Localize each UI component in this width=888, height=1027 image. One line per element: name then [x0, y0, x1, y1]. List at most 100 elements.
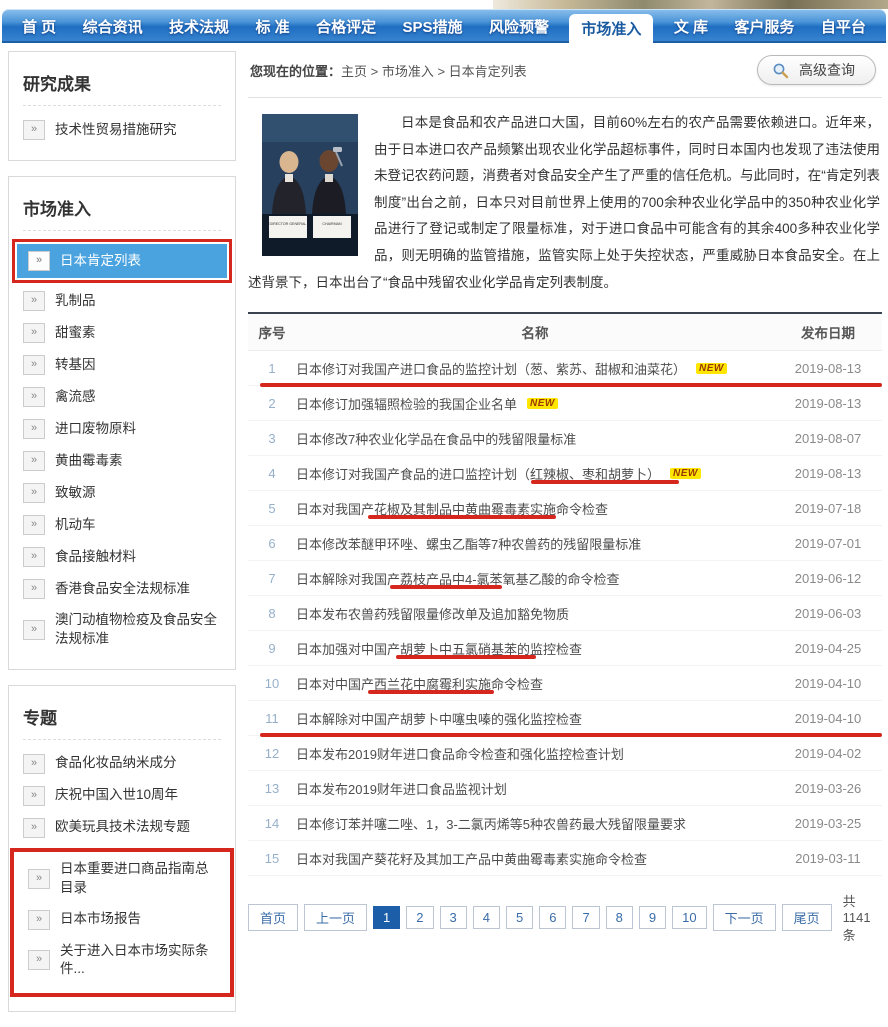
- row-title-link[interactable]: 日本修订苯并噻二唑、1，3-二氯丙烯等5种农兽药最大残留限量要求: [296, 814, 774, 833]
- sidebar-heading-research: 研究成果: [23, 68, 221, 106]
- sidebar-item-market-8[interactable]: » 机动车: [9, 509, 235, 541]
- pager-page-3[interactable]: 3: [439, 906, 467, 930]
- nav-item-8[interactable]: 文 库: [668, 9, 714, 43]
- sidebar-item-label: 欧美玩具技术法规专题: [55, 819, 190, 835]
- pager-prev-button[interactable]: 上一页: [304, 904, 368, 932]
- sidebar-item-market-4[interactable]: » 禽流感: [9, 381, 235, 413]
- nav-item-10[interactable]: 自平台: [815, 9, 872, 43]
- row-index: 14: [264, 816, 280, 832]
- sidebar-item-market-7[interactable]: » 致敏源: [9, 477, 235, 509]
- breadcrumb-row: 您现在的位置：主页 > 市场准入 > 日本肯定列表 高级查询: [248, 51, 882, 98]
- sidebar-item-label: 转基因: [55, 356, 96, 372]
- row-publish-date: 2019-06-03: [794, 606, 862, 622]
- top-banner-strip: [0, 0, 888, 9]
- double-arrow-icon: »: [23, 753, 45, 774]
- sidebar-item-topic-4[interactable]: » 日本市场报告: [14, 904, 230, 936]
- sidebar-item-topic-3[interactable]: » 日本重要进口商品指南总目录: [14, 854, 230, 904]
- main-nav: 首 页综合资讯 技术法规标 准合格评定 SPS措施 风险预警 市场准入文 库客户服务 自平…: [2, 9, 886, 43]
- row-publish-date: 2019-08-13: [794, 466, 862, 482]
- nav-item-4[interactable]: 合格评定: [310, 9, 382, 43]
- sidebar-item-label: 庆祝中国入世10周年: [55, 787, 179, 803]
- pager-page-1[interactable]: 1: [373, 906, 401, 930]
- double-arrow-icon: »: [23, 323, 45, 343]
- sidebar-item-market-2[interactable]: » 甜蜜素: [9, 317, 235, 349]
- pager-page-2[interactable]: 2: [406, 906, 434, 930]
- breadcrumb-path[interactable]: 主页 > 市场准入 > 日本肯定列表: [341, 64, 527, 79]
- table-row: 12 日本发布2019财年进口食品命令检查和强化监控检查计划 2019-04-02: [248, 736, 882, 772]
- pager-page-8[interactable]: 8: [605, 906, 633, 930]
- row-title-link[interactable]: 日本修改7种农业化学品在食品中的残留限量标准: [296, 429, 774, 448]
- row-index: 1: [268, 361, 276, 377]
- double-arrow-icon: »: [23, 355, 45, 375]
- row-title-link[interactable]: 日本对我国产葵花籽及其加工产品中黄曲霉毒素实施命令检查: [296, 849, 774, 868]
- topics-list: » 食品化妆品纳米成分 » 庆祝中国入世10周年 » 欧美玩具技术法规专题: [9, 748, 235, 844]
- sidebar-item-market-10[interactable]: » 香港食品安全法规标准: [9, 573, 235, 605]
- sidebar-heading-topics: 专题: [23, 702, 221, 740]
- row-title-text: 日本对我国产葵花籽及其加工产品中黄曲霉毒素实施命令检查: [296, 852, 648, 868]
- row-title-link[interactable]: 日本发布2019财年进口食品监视计划: [296, 779, 774, 798]
- pager-page-6[interactable]: 6: [539, 906, 567, 930]
- sidebar-item-market-3[interactable]: » 转基因: [9, 349, 235, 381]
- sidebar-item-market-9[interactable]: » 食品接触材料: [9, 541, 235, 573]
- red-underline-annotation: [260, 733, 882, 738]
- placard-left-text: DIRECTOR GENERAL: [270, 222, 307, 226]
- sidebar-item-label: 机动车: [55, 516, 96, 532]
- pager-next-button[interactable]: 下一页: [712, 904, 776, 932]
- row-title-link[interactable]: 日本发布2019财年进口食品命令检查和强化监控检查计划: [296, 744, 774, 763]
- nav-item-5[interactable]: SPS措施: [397, 9, 469, 43]
- row-publish-date: 2019-08-13: [794, 361, 862, 377]
- pager-page-10[interactable]: 10: [672, 906, 707, 930]
- table-row: 5 日本对我国产花椒及其制品中黄曲霉毒素实施命令检查 2019-07-18: [248, 491, 882, 527]
- table-row: 6 日本修改苯醚甲环唑、螺虫乙酯等7种农兽药的残留限量标准 2019-07-01: [248, 526, 882, 562]
- page-body: 研究成果 » 技术性贸易措施研究 市场准入 » 日本肯定列表 » 乳制品 » 甜蜜素 » 转基因…: [0, 43, 888, 1027]
- double-arrow-icon: »: [23, 515, 45, 535]
- double-arrow-icon: »: [23, 419, 45, 439]
- nav-item-3[interactable]: 标 准: [249, 9, 295, 43]
- sidebar-item-research-0[interactable]: » 技术性贸易措施研究: [9, 114, 235, 146]
- sidebar-item-topic-0[interactable]: » 食品化妆品纳米成分: [9, 748, 235, 780]
- sidebar-item-market-0[interactable]: » 日本肯定列表: [17, 244, 227, 278]
- row-index: 4: [268, 466, 276, 482]
- sidebar-item-topic-2[interactable]: » 欧美玩具技术法规专题: [9, 812, 235, 844]
- sidebar-item-topic-5[interactable]: » 关于进入日本市场实际条件...: [14, 936, 230, 986]
- nav-item-9[interactable]: 客户服务: [728, 9, 800, 43]
- sidebar-item-market-6[interactable]: » 黄曲霉毒素: [9, 445, 235, 477]
- nav-item-6[interactable]: 风险预警: [483, 9, 555, 43]
- table-row: 2 日本修订加强辐照检验的我国企业名单 NEW 2019-08-13: [248, 386, 882, 422]
- pager-page-5[interactable]: 5: [505, 906, 534, 930]
- new-badge: NEW: [527, 398, 558, 410]
- main-content: 您现在的位置：主页 > 市场准入 > 日本肯定列表 高级查询 DIRECTOR …: [248, 51, 882, 1027]
- sidebar-box-research: 研究成果 » 技术性贸易措施研究: [8, 51, 236, 161]
- pager-page-7[interactable]: 7: [572, 906, 600, 930]
- sidebar-item-label: 甜蜜素: [55, 324, 96, 340]
- row-index: 15: [264, 851, 280, 867]
- sidebar-item-topic-1[interactable]: » 庆祝中国入世10周年: [9, 780, 235, 812]
- nav-item-2[interactable]: 技术法规: [163, 9, 235, 43]
- advanced-search-button[interactable]: 高级查询: [757, 55, 876, 85]
- pager-first-button[interactable]: 首页: [248, 904, 299, 932]
- nav-item-7[interactable]: 市场准入: [569, 14, 654, 43]
- pager-page-9[interactable]: 9: [638, 906, 667, 930]
- row-title-link[interactable]: 日本发布农兽药残留限量修改单及追加豁免物质: [296, 604, 774, 623]
- double-arrow-icon: »: [23, 579, 45, 599]
- sidebar-item-market-11[interactable]: » 澳门动植物检疫及食品安全法规标准: [9, 605, 235, 655]
- pager-page-4[interactable]: 4: [472, 906, 500, 930]
- row-title-text: 日本修改7种农业化学品在食品中的残留限量标准: [296, 432, 577, 448]
- col-header-date: 发布日期: [801, 326, 855, 342]
- red-underline-annotation: [396, 655, 536, 660]
- row-title-link[interactable]: 日本修订加强辐照检验的我国企业名单 NEW: [296, 394, 774, 413]
- row-title-link[interactable]: 日本解除对中国产胡萝卜中噻虫嗪的强化监控检查: [296, 709, 774, 728]
- row-index: 5: [268, 501, 276, 517]
- nav-item-1[interactable]: 综合资讯: [77, 9, 149, 43]
- row-publish-date: 2019-03-26: [794, 781, 862, 797]
- row-publish-date: 2019-07-18: [794, 501, 862, 517]
- row-title-link[interactable]: 日本修订对我国产进口食品的监控计划（葱、紫苏、甜椒和油菜花） NEW: [296, 359, 774, 378]
- sidebar-item-market-5[interactable]: » 进口废物原料: [9, 413, 235, 445]
- row-title-link[interactable]: 日本解除对我国产荔枝产品中4-氯苯氧基乙酸的命令检查: [296, 569, 774, 588]
- row-title-link[interactable]: 日本修改苯醚甲环唑、螺虫乙酯等7种农兽药的残留限量标准: [296, 534, 774, 553]
- pager-last-button[interactable]: 尾页: [781, 904, 832, 932]
- nav-item-0[interactable]: 首 页: [16, 9, 62, 43]
- row-title-text: 日本发布农兽药残留限量修改单及追加豁免物质: [296, 607, 570, 623]
- sidebar-item-market-1[interactable]: » 乳制品: [9, 285, 235, 317]
- double-arrow-icon: »: [28, 868, 50, 889]
